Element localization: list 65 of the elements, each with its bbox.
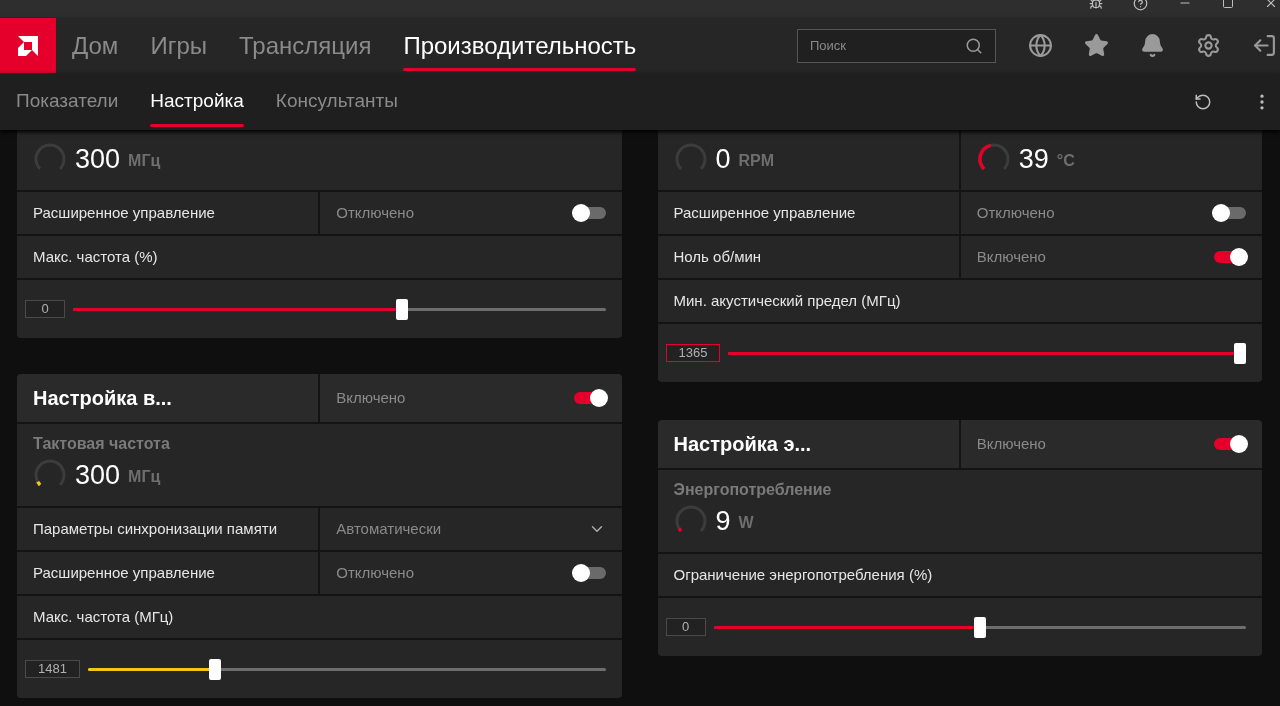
setting-label: Макс. частота (МГц): [33, 606, 174, 627]
metric-value: 300: [75, 143, 121, 175]
setting-status: Включено: [976, 246, 1046, 267]
sub-tab[interactable]: Показатели: [16, 73, 119, 130]
bug-icon[interactable]: [1089, 0, 1103, 10]
toggle-switch[interactable]: [1214, 251, 1246, 263]
toggle-switch[interactable]: [1214, 438, 1246, 450]
value-field[interactable]: 0: [665, 618, 706, 636]
nav-tab[interactable]: Игры: [150, 18, 207, 73]
setting-status: Отключено: [976, 202, 1055, 223]
setting-label: Ноль об/мин: [673, 246, 762, 267]
setting-label: Расширенное управление: [33, 202, 215, 223]
sub-tab[interactable]: Консультанты: [275, 73, 398, 130]
setting-label: Ограничение энергопотребления (%): [673, 564, 933, 585]
close-icon[interactable]: [1264, 0, 1278, 10]
setting-status: Отключено: [336, 202, 414, 223]
metric-unit: МГц: [128, 151, 161, 171]
toggle-switch[interactable]: [573, 392, 606, 404]
bell-icon[interactable]: [1140, 33, 1165, 58]
metric-unit: W: [738, 513, 754, 533]
value-field[interactable]: 1481: [25, 660, 80, 678]
metric-value: 39: [1018, 143, 1049, 175]
metric-label: Энергопотребление: [673, 480, 833, 500]
star-icon[interactable]: [1084, 33, 1109, 58]
toggle-switch[interactable]: [573, 207, 606, 219]
setting-status: Отключено: [336, 562, 414, 583]
setting-status: Включено: [976, 433, 1046, 454]
card-title: Настройка э...: [673, 432, 812, 457]
metric-unit: МГц: [128, 467, 161, 487]
maximize-icon[interactable]: [1222, 0, 1234, 9]
value-field[interactable]: 1365: [665, 344, 721, 362]
slider-thumb[interactable]: [395, 298, 408, 320]
setting-label: Расширенное управление: [673, 202, 856, 223]
metric-label: Тактовая частота: [33, 434, 171, 454]
value-field[interactable]: 0: [25, 300, 65, 318]
slider-thumb[interactable]: [1234, 342, 1246, 364]
setting-label: Мин. акустический предел (МГц): [673, 290, 901, 311]
reset-icon[interactable]: [1194, 92, 1212, 111]
slider-thumb[interactable]: [209, 658, 222, 680]
metric-value: 0: [715, 143, 731, 175]
card-title: Настройка в...: [33, 386, 172, 411]
dropdown[interactable]: Автоматически: [320, 508, 622, 550]
settings-icon[interactable]: [1196, 33, 1221, 58]
metric-value: 300: [75, 459, 121, 491]
metric-unit: RPM: [738, 151, 775, 171]
logo[interactable]: [0, 18, 56, 73]
nav-tab[interactable]: Дом: [72, 18, 119, 73]
toggle-switch[interactable]: [1214, 207, 1246, 219]
metric-value: 9: [715, 505, 731, 537]
exit-icon[interactable]: [1252, 33, 1277, 58]
nav-tab[interactable]: Трансляция: [239, 18, 372, 73]
search-input[interactable]: Поиск: [810, 35, 965, 56]
setting-status: Включено: [336, 387, 406, 408]
search-field[interactable]: Поиск: [797, 28, 996, 63]
search-icon: [965, 36, 983, 55]
sub-tab[interactable]: Настройка: [150, 73, 244, 130]
globe-icon[interactable]: [1028, 33, 1053, 58]
help-icon[interactable]: [1133, 0, 1148, 11]
slider-thumb[interactable]: [973, 616, 986, 638]
toggle-switch[interactable]: [573, 567, 606, 579]
nav-tab[interactable]: Производительность: [403, 18, 637, 73]
setting-label: Макс. частота (%): [33, 246, 158, 267]
metric-unit: °C: [1056, 151, 1075, 171]
setting-label: Параметры синхронизации памяти: [33, 518, 278, 539]
setting-label: Расширенное управление: [33, 562, 215, 583]
